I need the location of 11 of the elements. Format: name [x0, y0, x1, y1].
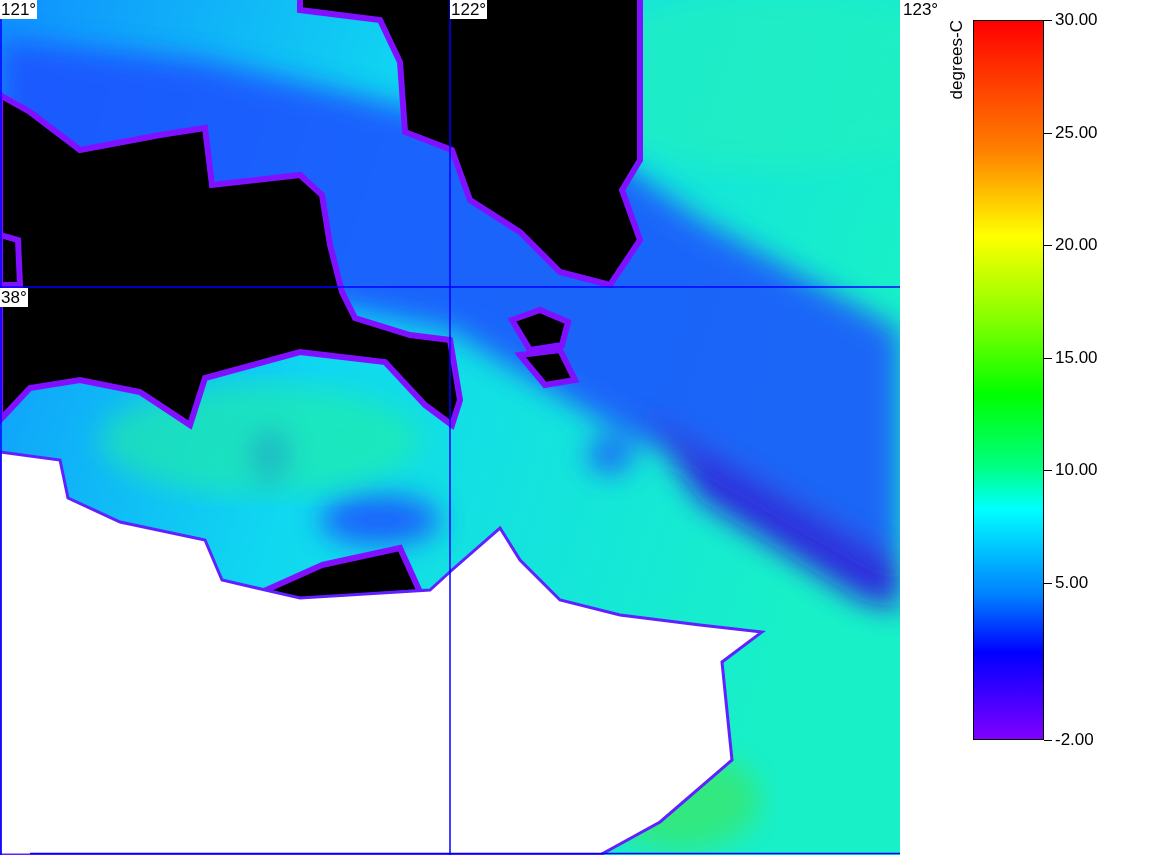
- colorbar-title: degrees-C: [948, 20, 966, 100]
- longitude-label: 122°: [450, 0, 488, 19]
- scale-label: 20.00: [1055, 236, 1098, 255]
- latitude-label: 38°: [0, 288, 28, 307]
- scale-label: 15.00: [1055, 348, 1098, 367]
- scale-label: 30.00: [1055, 11, 1098, 29]
- longitude-label: 121°: [0, 0, 38, 19]
- scale-label: 10.00: [1055, 461, 1098, 480]
- scale-label: -2.00: [1055, 731, 1094, 749]
- scale-label: 25.00: [1055, 123, 1098, 142]
- scale-label: 5.00: [1055, 574, 1089, 592]
